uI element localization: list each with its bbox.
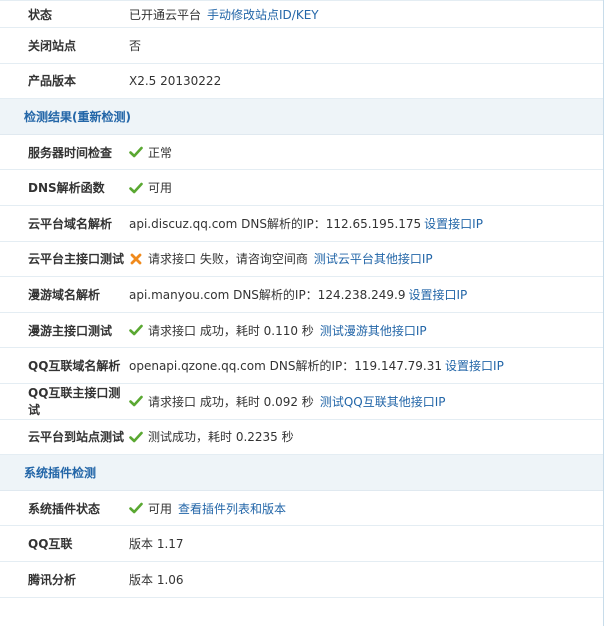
check-icon — [129, 324, 143, 336]
status-text: 可用 — [148, 501, 173, 516]
row-value: api.discuz.qq.com DNS解析的IP：112.65.195.17… — [129, 215, 483, 232]
row-value: X2.5 20130222 — [129, 73, 222, 88]
section-system-plugins: 系统插件检测 — [0, 455, 603, 491]
row-qq-connect-version: QQ互联 版本 1.17 — [0, 526, 603, 562]
row-label: 漫游域名解析 — [28, 287, 101, 302]
row-value: 请求接口 成功，耗时 0.110 秒 测试漫游其他接口IP — [129, 322, 427, 339]
test-qq-connect-other-ip-link[interactable]: 测试QQ互联其他接口IP — [320, 393, 446, 410]
row-label: 状态 — [28, 7, 53, 22]
row-value: 已开通云平台 手动修改站点ID/KEY — [129, 6, 319, 23]
row-label: 系统插件状态 — [28, 501, 101, 516]
row-manyou-dns-resolve: 漫游域名解析 api.manyou.com DNS解析的IP：124.238.2… — [0, 277, 603, 313]
row-label: 腾讯分析 — [28, 572, 77, 587]
row-status: 状态 已开通云平台 手动修改站点ID/KEY — [0, 0, 603, 28]
row-value: 请求接口 成功，耗时 0.092 秒 测试QQ互联其他接口IP — [129, 393, 445, 410]
row-tencent-analytics-version: 腾讯分析 版本 1.06 — [0, 562, 603, 598]
row-value: 正常 — [129, 144, 172, 161]
row-label: QQ互联域名解析 — [28, 359, 121, 374]
row-manyou-main-interface-test: 漫游主接口测试 请求接口 成功，耗时 0.110 秒 测试漫游其他接口IP — [0, 313, 603, 349]
row-label: QQ互联 — [28, 537, 73, 552]
status-text: 请求接口 成功，耗时 0.110 秒 — [148, 323, 314, 338]
status-text: 正常 — [148, 145, 173, 160]
row-close-site: 关闭站点 否 — [0, 28, 603, 64]
row-label: 云平台主接口测试 — [28, 252, 125, 267]
row-label: 服务器时间检查 — [28, 145, 113, 160]
row-label: 云平台域名解析 — [28, 216, 113, 231]
row-label: DNS解析函数 — [28, 181, 105, 196]
cross-icon — [130, 253, 142, 265]
check-icon — [129, 146, 143, 158]
section-detect-results[interactable]: 检测结果(重新检测) — [0, 99, 603, 135]
row-label: 云平台到站点测试 — [28, 430, 125, 445]
row-cloud-to-site-test: 云平台到站点测试 测试成功，耗时 0.2235 秒 — [0, 420, 603, 456]
dns-result-text: api.discuz.qq.com DNS解析的IP：112.65.195.17… — [129, 216, 422, 231]
row-product-version: 产品版本 X2.5 20130222 — [0, 64, 603, 100]
set-interface-ip-link[interactable]: 设置接口IP — [408, 286, 467, 303]
cloud-diagnostics-table: 状态 已开通云平台 手动修改站点ID/KEY 关闭站点 否 产品版本 X2.5 … — [0, 0, 604, 626]
check-icon — [129, 502, 143, 514]
row-value: 否 — [129, 38, 142, 53]
set-interface-ip-link[interactable]: 设置接口IP — [445, 357, 504, 374]
section-title: 系统插件检测 — [24, 465, 97, 480]
status-text: 测试成功，耗时 0.2235 秒 — [148, 430, 294, 445]
check-icon — [129, 431, 143, 443]
row-cloud-main-interface-test: 云平台主接口测试 请求接口 失败，请咨询空间商 测试云平台其他接口IP — [0, 242, 603, 278]
status-text: 请求接口 失败，请咨询空间商 — [148, 252, 308, 267]
row-label: 关闭站点 — [28, 38, 77, 53]
row-label: 产品版本 — [28, 74, 77, 89]
row-value: 版本 1.06 — [129, 572, 184, 587]
test-manyou-other-ip-link[interactable]: 测试漫游其他接口IP — [320, 322, 427, 339]
edit-site-id-key-link[interactable]: 手动修改站点ID/KEY — [207, 6, 319, 23]
test-cloud-other-ip-link[interactable]: 测试云平台其他接口IP — [314, 250, 433, 267]
set-interface-ip-link[interactable]: 设置接口IP — [424, 215, 483, 232]
row-value: 可用 — [129, 179, 172, 196]
dns-result-text: openapi.qzone.qq.com DNS解析的IP：119.147.79… — [129, 359, 443, 374]
check-icon — [129, 182, 143, 193]
row-value: 请求接口 失败，请咨询空间商 测试云平台其他接口IP — [129, 250, 433, 267]
status-text: 已开通云平台 — [129, 7, 202, 22]
row-value: 测试成功，耗时 0.2235 秒 — [129, 428, 294, 445]
section-title[interactable]: 检测结果(重新检测) — [24, 108, 131, 125]
check-icon — [129, 395, 143, 407]
status-text: 请求接口 成功，耗时 0.092 秒 — [148, 394, 314, 409]
row-qq-connect-main-interface-test: QQ互联主接口测试 请求接口 成功，耗时 0.092 秒 测试QQ互联其他接口I… — [0, 384, 603, 420]
row-value: api.manyou.com DNS解析的IP：124.238.249.9 设置… — [129, 286, 467, 303]
row-value: openapi.qzone.qq.com DNS解析的IP：119.147.79… — [129, 357, 504, 374]
dns-result-text: api.manyou.com DNS解析的IP：124.238.249.9 — [129, 287, 406, 302]
row-plugin-status: 系统插件状态 可用 查看插件列表和版本 — [0, 491, 603, 527]
view-plugin-list-link[interactable]: 查看插件列表和版本 — [178, 500, 286, 517]
row-cloud-dns-resolve: 云平台域名解析 api.discuz.qq.com DNS解析的IP：112.6… — [0, 206, 603, 242]
row-dns-function: DNS解析函数 可用 — [0, 170, 603, 206]
row-label: 漫游主接口测试 — [28, 323, 113, 338]
status-text: 可用 — [148, 181, 173, 196]
row-qq-connect-dns-resolve: QQ互联域名解析 openapi.qzone.qq.com DNS解析的IP：1… — [0, 348, 603, 384]
row-label: QQ互联主接口测试 — [28, 386, 121, 418]
row-server-time-check: 服务器时间检查 正常 — [0, 135, 603, 171]
row-value: 版本 1.17 — [129, 537, 184, 552]
row-value: 可用 查看插件列表和版本 — [129, 500, 286, 517]
